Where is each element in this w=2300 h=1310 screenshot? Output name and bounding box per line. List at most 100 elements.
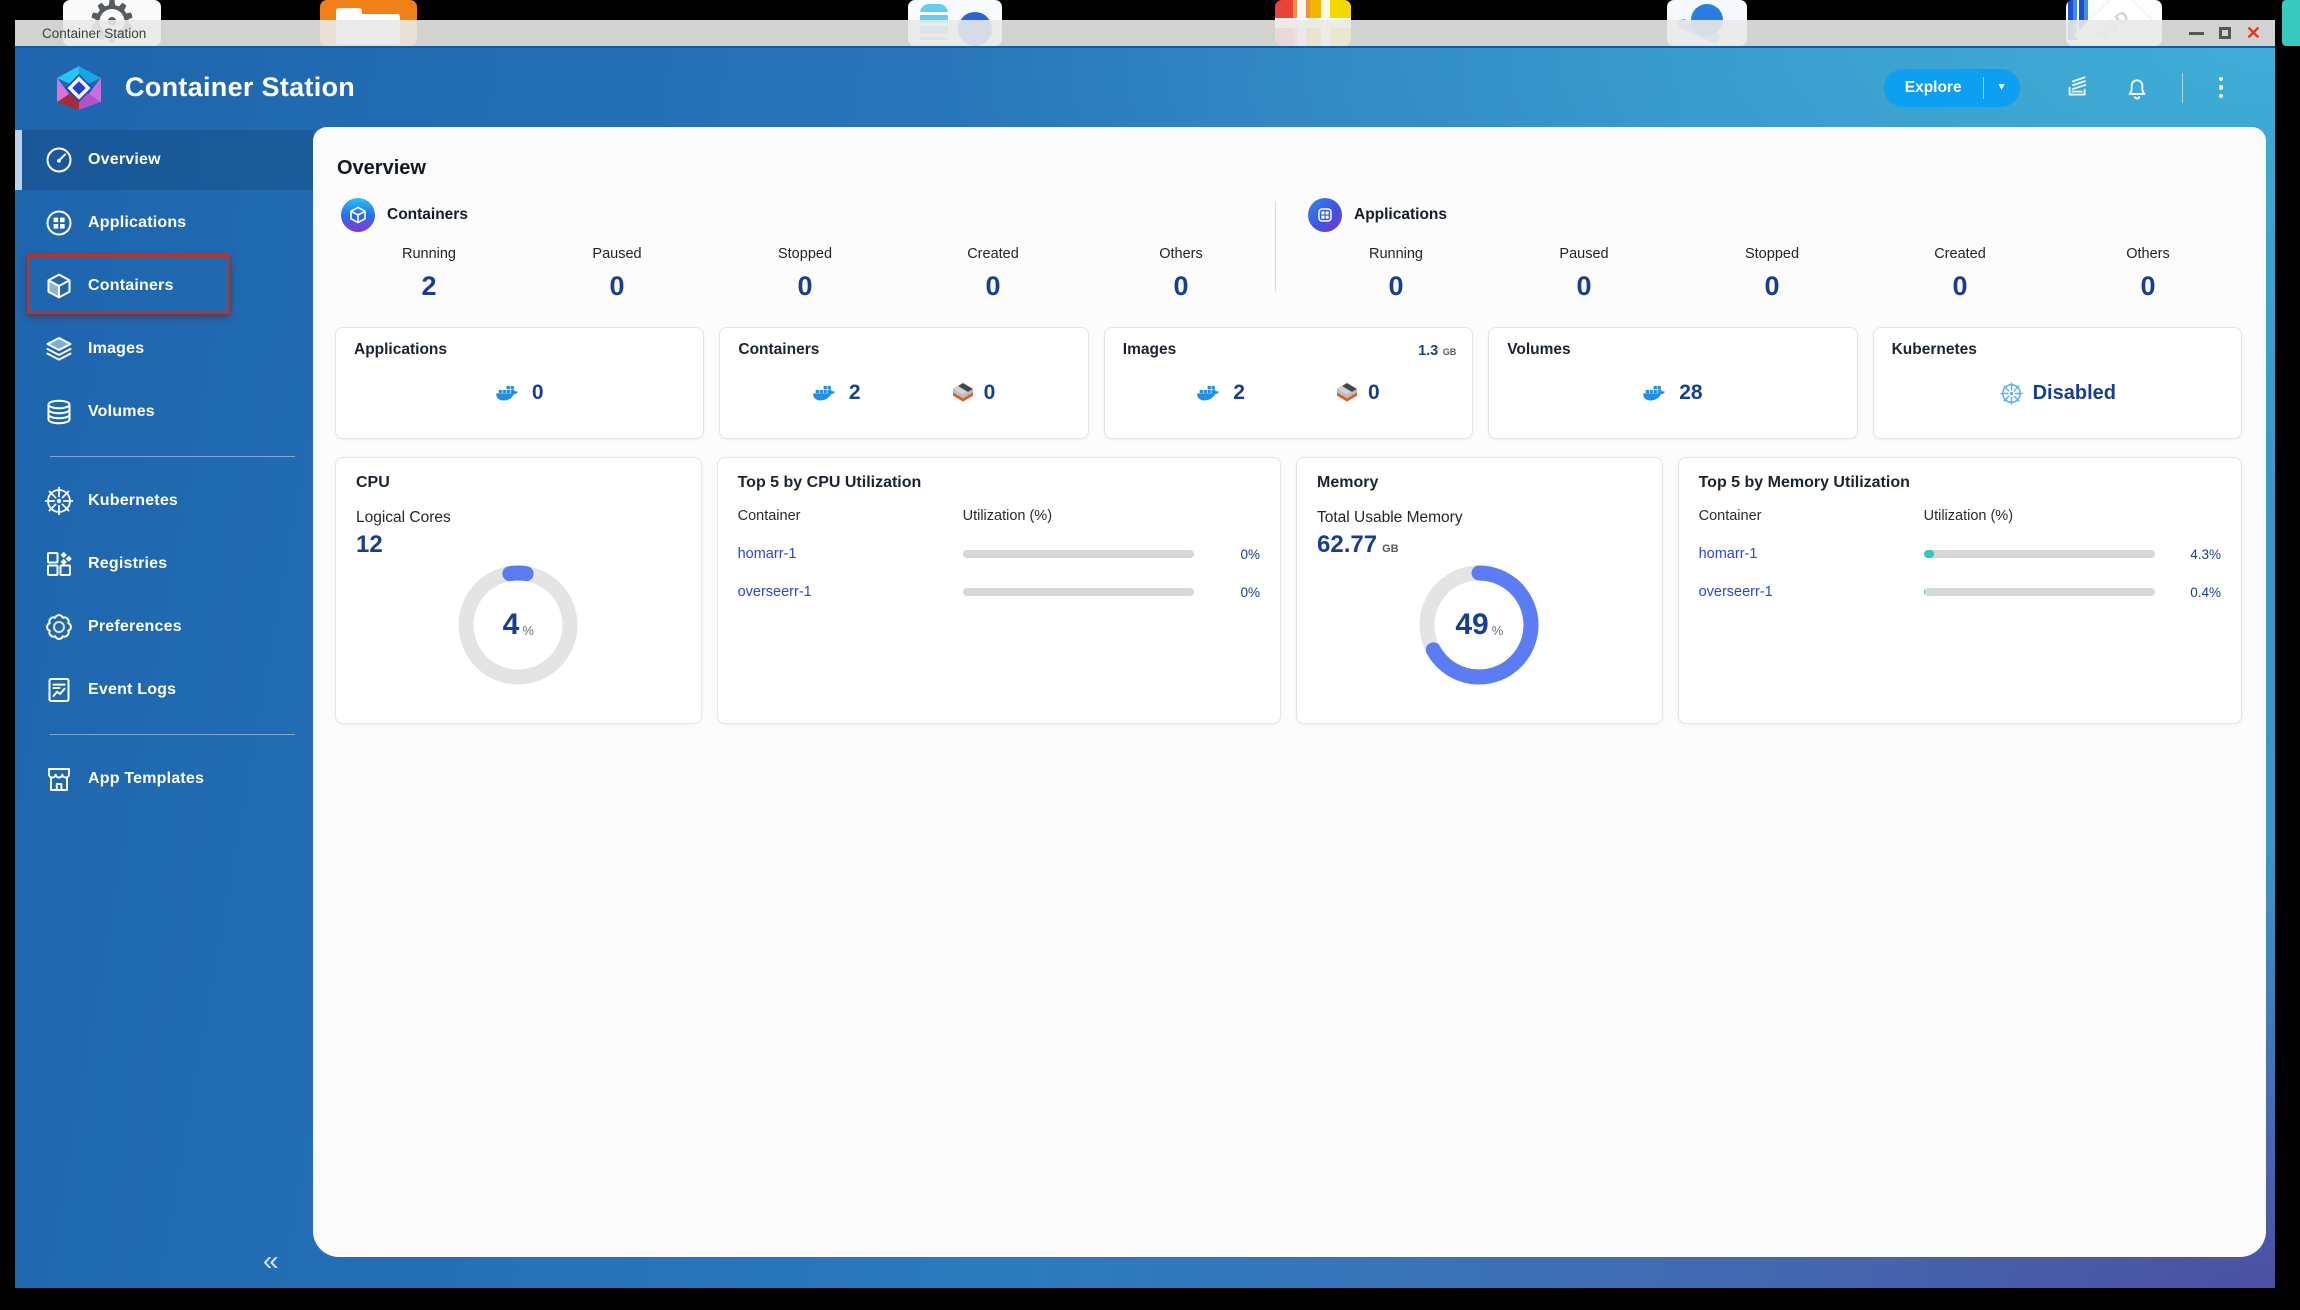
kubernetes-status: Disabled	[2033, 382, 2116, 405]
applications-card: Applications 0	[335, 327, 704, 439]
table-row: homarr-1 4.3%	[1699, 546, 2221, 562]
minimize-button[interactable]	[2189, 32, 2204, 35]
memory-top-card: Top 5 by Memory Utilization Container Ut…	[1678, 457, 2242, 724]
sidebar-item-label: Volumes	[88, 403, 155, 421]
overview-icon	[44, 145, 74, 175]
container-station-window: Container Station ✕	[15, 20, 2275, 1288]
stat-column: Running 0	[1302, 246, 1490, 302]
stat-column: Created 0	[1866, 246, 2054, 302]
docker-icon	[813, 383, 840, 403]
sidebar-item-overview[interactable]: Overview	[15, 130, 313, 190]
docker-count: 0	[532, 381, 544, 405]
sidebar-item-containers[interactable]: Containers	[15, 256, 313, 316]
sidebar-divider	[50, 734, 295, 735]
images-icon	[44, 334, 74, 364]
cpu-gauge-value: 4	[503, 608, 520, 642]
status-strip: Containers Running 2 Paused 0	[335, 198, 2242, 302]
stat-column: Paused 0	[523, 246, 711, 302]
sidebar-item-preferences[interactable]: Preferences	[15, 597, 313, 657]
stat-column: Others 0	[2054, 246, 2242, 302]
container-link[interactable]: homarr-1	[1699, 546, 1924, 562]
stat-value: 0	[523, 271, 711, 302]
utilization-percent: 4.3%	[2169, 547, 2221, 562]
stat-column: Created 0	[899, 246, 1087, 302]
utilization-percent: 0%	[1208, 547, 1260, 562]
volumes-card: Volumes 28	[1488, 327, 1857, 439]
applications-icon	[44, 208, 74, 238]
stat-value: 0	[711, 271, 899, 302]
table-row: overseerr-1 0.4%	[1699, 584, 2221, 600]
explore-button[interactable]: Explore ▼	[1884, 69, 2020, 107]
sidebar-item-label: Registries	[88, 555, 167, 573]
docker-count: 2	[1233, 381, 1245, 405]
stat-value: 2	[335, 271, 523, 302]
stat-column: Paused 0	[1490, 246, 1678, 302]
explore-dropdown-caret-icon[interactable]: ▼	[1984, 69, 2020, 107]
lxd-icon	[951, 382, 975, 404]
utilization-bar	[1924, 588, 2155, 596]
cpu-gauge: 4 %	[456, 563, 580, 687]
utilization-cards-row: CPU Logical Cores 12 4 %	[335, 457, 2242, 724]
cpu-metric-value: 12	[356, 531, 681, 559]
container-station-logo	[53, 64, 105, 112]
sidebar-item-images[interactable]: Images	[15, 319, 313, 379]
sidebar-item-event-logs[interactable]: Event Logs	[15, 660, 313, 720]
memory-card: Memory Total Usable Memory 62.77GB 49	[1296, 457, 1663, 724]
utilization-bar	[963, 588, 1194, 596]
sidebar-item-volumes[interactable]: Volumes	[15, 382, 313, 442]
container-link[interactable]: overseerr-1	[1699, 584, 1924, 600]
header-divider	[2182, 73, 2183, 103]
cpu-card: CPU Logical Cores 12 4 %	[335, 457, 702, 724]
event-logs-icon	[44, 675, 74, 705]
more-options-icon[interactable]	[2213, 75, 2230, 101]
notifications-bell-icon[interactable]	[2122, 73, 2152, 103]
memory-gauge: 49 %	[1417, 563, 1541, 687]
stat-value: 0	[1678, 271, 1866, 302]
utilization-percent: 0%	[1208, 585, 1260, 600]
utilization-percent: 0.4%	[2169, 585, 2221, 600]
sidebar-item-applications[interactable]: Applications	[15, 193, 313, 253]
app-header: Container Station Explore ▼	[15, 48, 2275, 127]
containers-icon	[44, 271, 74, 301]
background-tasks-icon[interactable]	[2062, 73, 2092, 103]
sidebar-item-kubernetes[interactable]: Kubernetes	[15, 471, 313, 531]
sidebar-item-registries[interactable]: Registries	[15, 534, 313, 594]
sidebar-item-label: Images	[88, 340, 144, 358]
stat-column: Stopped 0	[711, 246, 899, 302]
container-link[interactable]: homarr-1	[738, 546, 963, 562]
preferences-icon	[44, 612, 74, 642]
cpu-top-card: Top 5 by CPU Utilization Container Utili…	[717, 457, 1281, 724]
brand: Container Station	[15, 64, 1884, 112]
sidebar-divider	[50, 456, 295, 457]
maximize-button[interactable]	[2219, 27, 2231, 39]
memory-gauge-unit: %	[1492, 623, 1504, 638]
app-area: Container Station Explore ▼	[15, 46, 2275, 1288]
images-total-size: 1.3 GB	[1418, 342, 1456, 360]
table-header: Container Utilization (%)	[1699, 508, 2221, 524]
containers-status-label: Containers	[387, 206, 468, 224]
stat-value: 0	[1866, 271, 2054, 302]
table-header: Container Utilization (%)	[738, 508, 1260, 524]
containers-status: Containers Running 2 Paused 0	[335, 198, 1275, 302]
stat-column: Stopped 0	[1678, 246, 1866, 302]
applications-status: Applications Running 0 Paused 0	[1276, 198, 2242, 302]
explore-label[interactable]: Explore	[1884, 69, 1983, 107]
cpu-gauge-unit: %	[522, 623, 534, 638]
utilization-bar	[1924, 550, 2155, 558]
stat-value: 0	[899, 271, 1087, 302]
stat-column: Others 0	[1087, 246, 1275, 302]
docker-icon	[496, 383, 523, 403]
desktop-teal-icon	[2282, 0, 2300, 46]
sidebar-item-app-templates[interactable]: App Templates	[15, 749, 313, 809]
overview-panel: Overview Containers	[313, 127, 2266, 1257]
volumes-icon	[44, 397, 74, 427]
memory-gauge-value: 49	[1455, 608, 1488, 642]
sidebar-item-label: Applications	[88, 214, 186, 232]
container-link[interactable]: overseerr-1	[738, 584, 963, 600]
applications-status-label: Applications	[1354, 206, 1447, 224]
close-button[interactable]: ✕	[2246, 24, 2261, 42]
collapse-sidebar-button[interactable]: «	[263, 1245, 279, 1277]
stat-value: 0	[1302, 271, 1490, 302]
table-row: overseerr-1 0%	[738, 584, 1260, 600]
cpu-metric-label: Logical Cores	[356, 509, 681, 527]
